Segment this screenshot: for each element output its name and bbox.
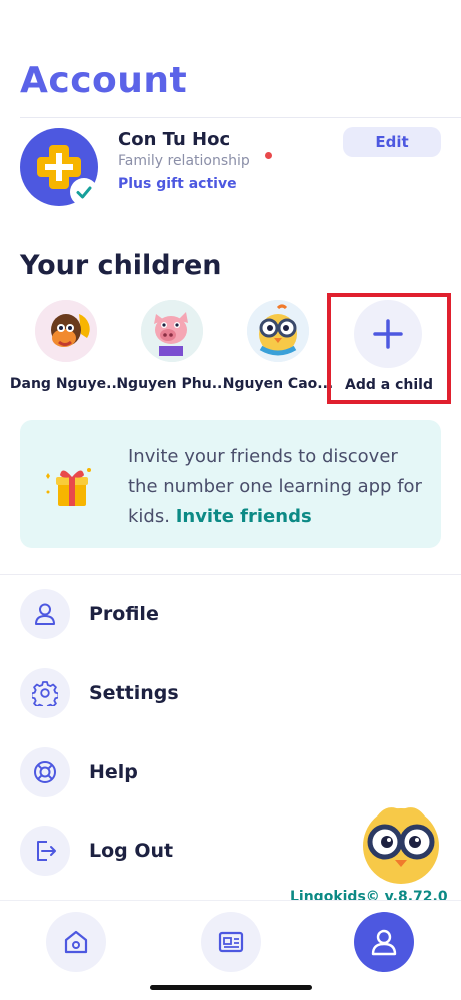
child-avatar	[35, 300, 97, 362]
person-icon	[35, 603, 55, 625]
header-divider	[20, 117, 461, 118]
account-icon	[371, 929, 397, 956]
child-name: Nguyen Phu...	[116, 376, 228, 392]
add-child-label[interactable]: Add a child	[329, 377, 449, 393]
owl-mascot-icon	[363, 807, 439, 884]
news-icon	[218, 931, 244, 953]
child-avatar	[247, 300, 309, 362]
child-name: Dang Nguye...	[9, 376, 123, 392]
add-child-button[interactable]	[354, 300, 422, 368]
gear-icon	[32, 681, 58, 706]
child-item[interactable]: Dang Nguye...	[10, 300, 122, 392]
verified-badge	[70, 178, 98, 206]
page-title: Account	[20, 60, 188, 101]
menu-label-settings: Settings	[89, 682, 179, 704]
menu-icon-bg	[20, 826, 70, 876]
nav-account-button[interactable]	[354, 912, 414, 972]
menu-label-help: Help	[89, 761, 138, 783]
nav-news-button[interactable]	[201, 912, 261, 972]
logout-icon	[37, 841, 56, 861]
menu-icon-bg	[20, 747, 70, 797]
nav-home-button[interactable]	[46, 912, 106, 972]
child-avatar	[141, 300, 203, 362]
home-indicator	[150, 985, 312, 990]
notification-dot	[265, 152, 272, 159]
pig-avatar-icon	[141, 300, 203, 362]
invite-text: Invite your friends to discover the numb…	[128, 442, 428, 532]
section-title-children: Your children	[20, 250, 222, 281]
menu-item-profile[interactable]: Profile	[20, 589, 440, 639]
section-divider	[0, 574, 461, 575]
menu-label-profile: Profile	[89, 603, 159, 625]
gift-icon	[46, 468, 91, 506]
dog-avatar-icon	[35, 300, 97, 362]
lifebuoy-icon	[34, 761, 56, 783]
menu-label-logout: Log Out	[89, 840, 174, 862]
profile-relationship[interactable]: Family relationship	[118, 153, 250, 169]
menu-item-settings[interactable]: Settings	[20, 668, 440, 718]
plus-icon	[373, 319, 403, 349]
app-version: Lingokids© v.8.72.0	[290, 889, 448, 900]
home-icon	[64, 930, 88, 954]
invite-friends-link[interactable]: Invite friends	[176, 506, 312, 527]
menu-icon-bg	[20, 589, 70, 639]
child-item[interactable]: Nguyen Phu...	[116, 300, 228, 392]
edit-button[interactable]: Edit	[343, 127, 441, 157]
menu-icon-bg	[20, 668, 70, 718]
menu-item-help[interactable]: Help	[20, 747, 440, 797]
check-icon	[76, 186, 92, 199]
child-name: Nguyen Cao...	[222, 376, 334, 392]
gift-status: Plus gift active	[118, 176, 237, 192]
child-item[interactable]: Nguyen Cao...	[223, 300, 333, 392]
owl-avatar-icon	[247, 300, 309, 362]
profile-name: Con Tu Hoc	[118, 129, 231, 150]
